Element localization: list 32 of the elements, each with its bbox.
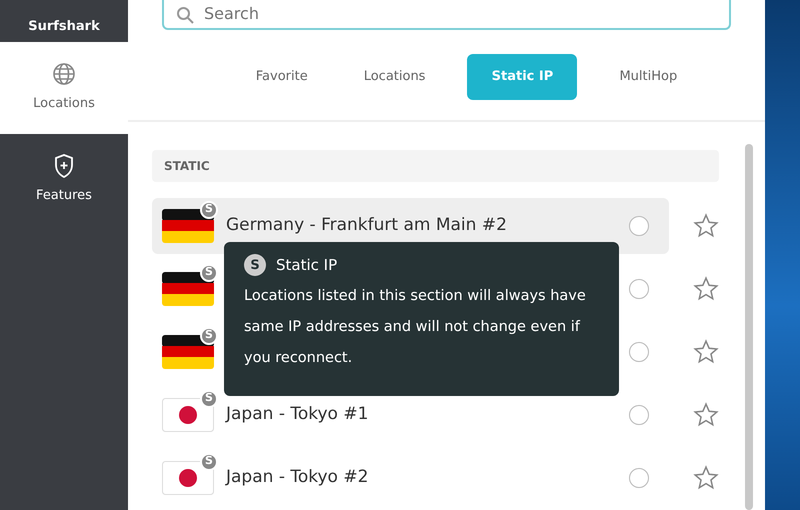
static-badge: S [200,326,218,344]
static-badge: S [200,200,218,218]
scrollbar[interactable] [745,144,753,510]
star-icon[interactable] [693,212,719,238]
location-name[interactable]: Germany - Frankfurt am Main #2 [226,212,507,238]
tab[interactable]: Locations [350,54,440,100]
radio-button[interactable] [629,468,649,488]
tab[interactable]: MultiHop [605,54,692,100]
radio-button[interactable] [629,404,649,424]
static-badge: S [200,390,218,408]
static-badge: S [244,254,266,276]
static-badge: S [200,452,218,470]
search-field[interactable]: Search [162,0,731,30]
sidebar-item[interactable]: Features [0,134,128,226]
sidebar-item[interactable]: Surfshark [0,0,128,42]
star-icon[interactable] [693,276,719,302]
radio-button[interactable] [629,278,649,298]
sidebar-item[interactable]: Locations [0,42,128,134]
location-name[interactable]: Japan - Tokyo #1 [226,402,368,428]
section-header: STATIC [152,150,719,182]
star-icon[interactable] [693,464,719,490]
star-icon[interactable] [693,402,719,428]
location-name[interactable]: Japan - Tokyo #2 [226,464,368,490]
tooltip-text: Locations listed in this section will always have same IP addresses and will not change even if you reconnect. [244,286,587,368]
static-badge: S [200,264,218,282]
tooltip-title: Static IP [276,255,338,276]
globe-icon [52,62,76,86]
tab[interactable]: Favorite [242,54,322,100]
star-icon[interactable] [693,338,719,364]
shield-plus-icon [54,154,74,178]
radio-button[interactable] [629,216,649,236]
radio-button[interactable] [629,342,649,362]
